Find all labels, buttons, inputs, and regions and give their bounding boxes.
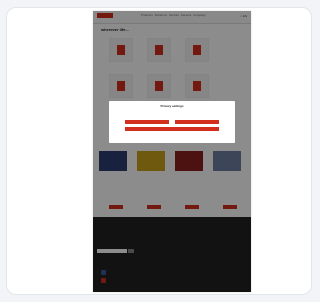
- preview-card: Products Solutions Service Careers Compa…: [6, 7, 312, 295]
- cookie-settings-button[interactable]: [125, 127, 219, 131]
- modal-backdrop[interactable]: [93, 11, 251, 292]
- dialog-title: Privacy settings: [160, 104, 184, 108]
- webpage-screenshot: Products Solutions Service Careers Compa…: [93, 11, 251, 292]
- cookie-consent-dialog: Privacy settings: [109, 101, 235, 143]
- accept-all-button[interactable]: [125, 120, 169, 124]
- reject-button[interactable]: [175, 120, 219, 124]
